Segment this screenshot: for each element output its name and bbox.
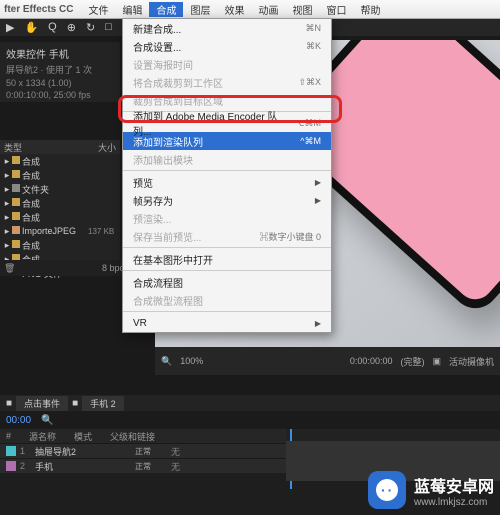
project-item[interactable]: ▸合成 [0,210,120,224]
menubar: fter Effects CC 文件 编辑 合成 图层 效果 动画 视图 窗口 … [0,0,500,19]
project-footer: 🗑 8 bpc [0,260,128,276]
menu-item: 设置海报时间 [123,55,331,73]
project-item[interactable]: ▸合成 [0,168,120,182]
project-item[interactable]: ▸合成 [0,196,120,210]
menu-composition[interactable]: 合成 [149,2,183,17]
viewer-footer: 🔍 100% 0:00:00:00 (完整) ▣ 活动摄像机 [155,347,500,375]
menu-item: 保存当前预览...⌘数字小键盘 0 [123,227,331,245]
menu-edit[interactable]: 编辑 [115,2,149,17]
menu-file[interactable]: 文件 [81,2,115,17]
tool-icon[interactable]: ↻ [86,21,95,34]
project-item[interactable]: ▸ImporteJPEG137 KB [0,224,120,238]
menu-item[interactable]: 新建合成...⌘N [123,19,331,37]
watermark: 蓝莓安卓网 www.lmkjsz.com [368,471,494,509]
effects-info1: 屏导航2 · 使用了 1 次 [6,63,114,76]
project-panel: 类型 大小 ▸合成▸合成▸文件夹▸合成▸合成▸ImporteJPEG137 KB… [0,140,120,260]
tool-icon[interactable]: ⊕ [67,21,76,34]
watermark-url: www.lmkjsz.com [414,497,487,508]
menu-window[interactable]: 窗口 [319,2,353,17]
effects-info3: 0:00:10:00, 25:00 fps [6,90,114,100]
resolution-label[interactable]: (完整) [400,355,424,368]
trash-icon[interactable]: 🗑 [4,263,15,274]
menu-item[interactable]: VR [123,314,331,332]
bpc-label[interactable]: 8 bpc [102,263,124,273]
timeline-tab-marker: ■ [6,398,12,409]
watermark-title: 蓝莓安卓网 [414,473,494,497]
timeline-timecode-row: 00:00 🔍 [0,411,500,429]
tool-icon[interactable]: □ [105,21,112,33]
app-name: fter Effects CC [0,4,81,15]
project-item[interactable]: ▸合成 [0,154,120,168]
tool-icon[interactable]: Q [48,21,57,33]
menu-item[interactable]: 合成流程图 [123,273,331,291]
menu-item: 裁剪合成到目标区域 [123,91,331,109]
composition-dropdown: 新建合成...⌘N合成设置...⌘K设置海报时间将合成裁剪到工作区⇧⌘X裁剪合成… [122,18,332,333]
menu-effect[interactable]: 效果 [217,2,251,17]
menu-item: 预渲染... [123,209,331,227]
menu-item[interactable]: 预览 [123,173,331,191]
project-header: 类型 大小 [0,140,120,154]
project-item[interactable]: ▸合成 [0,238,120,252]
timeline-tabs: ■ 点击事件 ■ 手机 2 [0,395,500,411]
timeline-timecode[interactable]: 00:00 [6,415,31,426]
menu-item[interactable]: 合成设置...⌘K [123,37,331,55]
menu-item: 将合成裁剪到工作区⇧⌘X [123,73,331,91]
search-icon[interactable]: 🔍 [41,415,53,426]
project-item[interactable]: ▸文件夹 [0,182,120,196]
col-mode: 模式 [74,430,92,443]
timecode[interactable]: 0:00:00:00 [350,356,393,366]
effects-tab[interactable]: 效果控件 手机 [6,46,114,61]
time-ruler[interactable] [286,429,500,441]
active-camera[interactable]: 活动摄像机 [449,355,494,368]
menu-item: 合成微型流程图 [123,291,331,309]
col-num: # [6,431,11,441]
tool-icon[interactable]: ✋ [24,21,38,34]
col-name: 源名称 [29,430,56,443]
menu-item: 添加输出模块 [123,150,331,168]
menu-item[interactable]: 添加到 Adobe Media Encoder 队列...⌥⌘M [123,114,331,132]
timeline-tab-2[interactable]: 手机 2 [82,396,124,411]
menu-layer[interactable]: 图层 [183,2,217,17]
menu-help[interactable]: 帮助 [353,2,387,17]
zoom-level[interactable]: 100% [180,356,203,366]
project-col-type[interactable]: 类型 [4,141,22,154]
project-col-size[interactable]: 大小 [98,141,116,154]
menu-item[interactable]: 在基本图形中打开 [123,250,331,268]
effects-info2: 50 x 1334 (1.00) [6,78,114,88]
magnify-icon[interactable]: 🔍 [161,356,172,367]
watermark-logo-icon [368,471,406,509]
col-parent: 父级和链接 [110,430,155,443]
menu-animation[interactable]: 动画 [251,2,285,17]
effects-panel: 效果控件 手机 屏导航2 · 使用了 1 次 50 x 1334 (1.00) … [0,42,120,102]
timeline-tab-marker2: ■ [72,398,78,409]
camera-icon[interactable]: ▣ [432,356,441,367]
menu-view[interactable]: 视图 [285,2,319,17]
menu-item[interactable]: 帧另存为 [123,191,331,209]
timeline-tab-1[interactable]: 点击事件 [16,396,68,411]
tool-icon[interactable]: ▶ [6,21,14,34]
